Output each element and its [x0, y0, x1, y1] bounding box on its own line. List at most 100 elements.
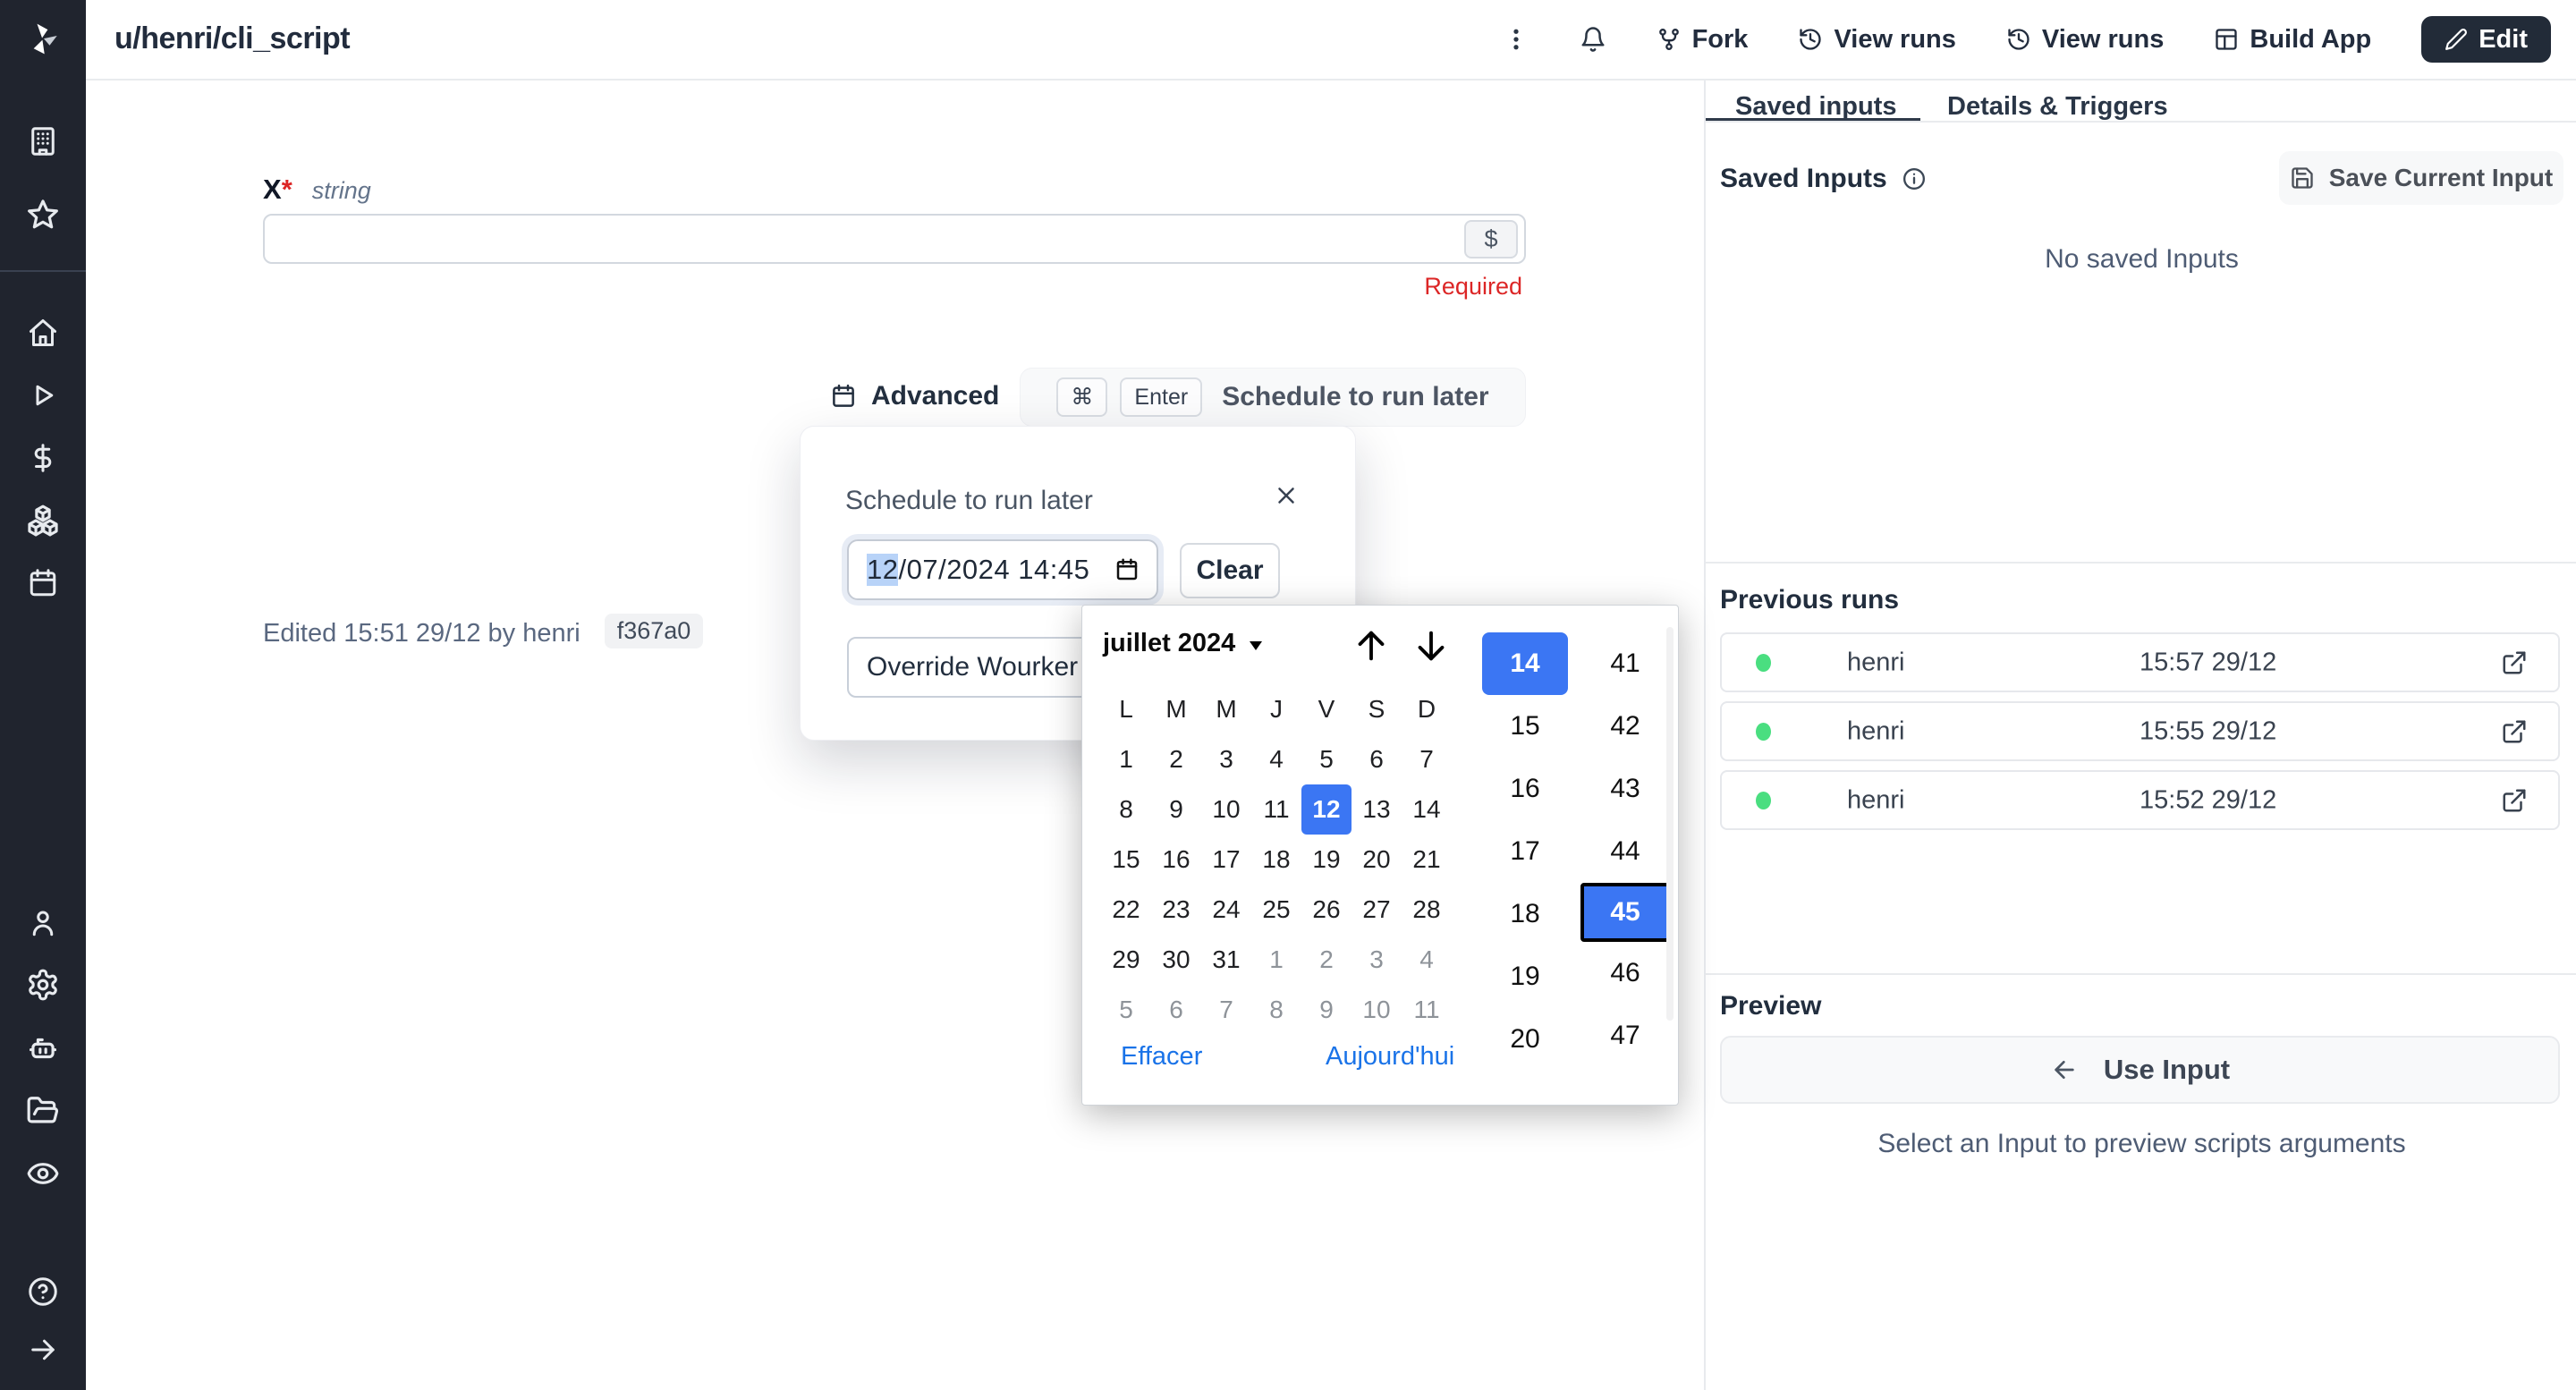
calendar-day-cell[interactable]: 3	[1352, 935, 1402, 985]
advanced-button[interactable]: Advanced	[830, 369, 999, 423]
calendar-day-cell[interactable]: 1	[1251, 935, 1301, 985]
calendar-day-cell[interactable]: 1	[1101, 734, 1151, 784]
time-scrollbar[interactable]	[1666, 627, 1674, 1021]
calendar-day-cell[interactable]: 28	[1402, 885, 1452, 935]
calendar-day-cell[interactable]: 23	[1151, 885, 1201, 935]
calendar-day-cell[interactable]: 9	[1301, 985, 1352, 1035]
user-account-icon[interactable]	[27, 907, 59, 939]
calendar-day-cell[interactable]: 5	[1101, 985, 1151, 1035]
script-hash-badge[interactable]: f367a0	[605, 614, 703, 648]
run-row[interactable]: henri 15:52 29/12	[1720, 770, 2560, 830]
use-input-button[interactable]: Use Input	[1720, 1036, 2560, 1104]
next-month-arrow-icon[interactable]	[1411, 625, 1452, 666]
edit-button[interactable]: Edit	[2421, 16, 2551, 63]
eye-audit-icon[interactable]	[26, 1157, 60, 1191]
calendar-day-cell[interactable]: 4	[1402, 935, 1452, 985]
picker-clear-link[interactable]: Effacer	[1121, 1042, 1202, 1072]
calendar-day-cell[interactable]: 19	[1301, 835, 1352, 885]
hour-option[interactable]: 17	[1482, 820, 1568, 883]
calendar-day-cell[interactable]: 17	[1201, 835, 1251, 885]
minute-option[interactable]: 47	[1580, 1004, 1670, 1067]
calendar-day-cell[interactable]: 10	[1201, 784, 1251, 835]
calendar-day-cell[interactable]: 7	[1402, 734, 1452, 784]
build-app-button[interactable]: Build App	[2214, 25, 2371, 55]
workspace-building-icon[interactable]	[27, 125, 59, 157]
calendar-day-cell[interactable]: 30	[1151, 935, 1201, 985]
external-link-icon[interactable]	[2501, 649, 2528, 676]
windmill-logo[interactable]	[22, 19, 64, 64]
settings-gear-icon[interactable]	[26, 968, 60, 1002]
calendar-day-cell[interactable]: 13	[1352, 784, 1402, 835]
hour-option[interactable]: 15	[1482, 695, 1568, 758]
hour-option[interactable]: 16	[1482, 758, 1568, 820]
worker-robot-icon[interactable]	[26, 1031, 60, 1065]
kebab-menu-button[interactable]	[1503, 26, 1530, 53]
folder-browser-icon[interactable]	[26, 1094, 60, 1128]
minute-option[interactable]: 42	[1580, 695, 1670, 758]
calendar-day-cell[interactable]: 16	[1151, 835, 1201, 885]
calendar-day-cell[interactable]: 6	[1151, 985, 1201, 1035]
close-icon[interactable]	[1273, 482, 1300, 509]
calendar-day-cell[interactable]: 31	[1201, 935, 1251, 985]
calendar-day-cell[interactable]: 4	[1251, 734, 1301, 784]
view-runs-button-2[interactable]: View runs	[2006, 25, 2164, 55]
month-select[interactable]: juillet 2024	[1103, 629, 1262, 658]
calendar-day-cell[interactable]: 3	[1201, 734, 1251, 784]
view-runs-button[interactable]: View runs	[1798, 25, 1955, 55]
collapse-arrow-right-icon[interactable]	[27, 1334, 59, 1366]
calendar-day-cell[interactable]: 26	[1301, 885, 1352, 935]
schedule-to-run-later-button[interactable]: ⌘ Enter Schedule to run later	[1020, 368, 1526, 427]
picker-today-link[interactable]: Aujourd'hui	[1326, 1042, 1454, 1072]
minute-option[interactable]: 41	[1580, 632, 1670, 695]
home-icon[interactable]	[27, 317, 59, 349]
calendar-day-cell[interactable]: 14	[1402, 784, 1452, 835]
calendar-day-cell[interactable]: 11	[1251, 784, 1301, 835]
string-arg-input[interactable]	[263, 214, 1526, 264]
external-link-icon[interactable]	[2501, 718, 2528, 745]
hour-option[interactable]: 19	[1482, 945, 1568, 1008]
calendar-day-cell[interactable]: 29	[1101, 935, 1151, 985]
dollar-resources-icon[interactable]	[27, 442, 59, 474]
calendar-day-cell[interactable]: 6	[1352, 734, 1402, 784]
minute-option[interactable]: 44	[1580, 820, 1670, 883]
variable-picker-button[interactable]: $	[1464, 220, 1518, 259]
calendar-picker-icon[interactable]	[1114, 556, 1140, 583]
calendar-day-cell[interactable]: 24	[1201, 885, 1251, 935]
calendar-day-cell[interactable]: 15	[1101, 835, 1151, 885]
calendar-day-cell[interactable]: 10	[1352, 985, 1402, 1035]
calendar-day-cell[interactable]: 27	[1352, 885, 1402, 935]
hour-option[interactable]: 20	[1482, 1008, 1568, 1071]
hour-option[interactable]: 14	[1482, 632, 1568, 695]
run-row[interactable]: henri 15:55 29/12	[1720, 701, 2560, 761]
tab-details-triggers[interactable]: Details & Triggers	[1947, 92, 2168, 122]
run-row[interactable]: henri 15:57 29/12	[1720, 632, 2560, 692]
calendar-day-cell[interactable]: 2	[1151, 734, 1201, 784]
minute-option[interactable]: 43	[1580, 758, 1670, 820]
calendar-day-cell[interactable]: 21	[1402, 835, 1452, 885]
boxes-apps-icon[interactable]	[26, 504, 60, 538]
calendar-day-cell[interactable]: 2	[1301, 935, 1352, 985]
external-link-icon[interactable]	[2501, 787, 2528, 814]
calendar-day-cell[interactable]: 9	[1151, 784, 1201, 835]
help-circle-icon[interactable]	[27, 1276, 59, 1308]
favorites-star-icon[interactable]	[26, 198, 60, 232]
play-runs-icon[interactable]	[27, 379, 59, 411]
calendar-day-cell[interactable]: 18	[1251, 835, 1301, 885]
calendar-day-cell[interactable]: 8	[1251, 985, 1301, 1035]
minute-option[interactable]: 45	[1580, 883, 1670, 942]
minute-option[interactable]: 46	[1580, 942, 1670, 1004]
calendar-day-cell[interactable]: 11	[1402, 985, 1452, 1035]
calendar-day-cell[interactable]: 22	[1101, 885, 1151, 935]
hour-option[interactable]: 18	[1482, 883, 1568, 945]
info-icon[interactable]	[1902, 166, 1927, 191]
notifications-bell-button[interactable]	[1580, 26, 1606, 53]
calendar-day-cell[interactable]: 5	[1301, 734, 1352, 784]
calendar-day-cell[interactable]: 7	[1201, 985, 1251, 1035]
datetime-input[interactable]: 12/07/2024 14:45	[847, 539, 1158, 600]
fork-button[interactable]: Fork	[1657, 25, 1749, 55]
calendar-day-cell[interactable]: 20	[1352, 835, 1402, 885]
calendar-schedules-icon[interactable]	[27, 567, 59, 599]
clear-button[interactable]: Clear	[1180, 543, 1280, 598]
calendar-day-cell[interactable]: 8	[1101, 784, 1151, 835]
previous-month-arrow-icon[interactable]	[1351, 625, 1392, 666]
